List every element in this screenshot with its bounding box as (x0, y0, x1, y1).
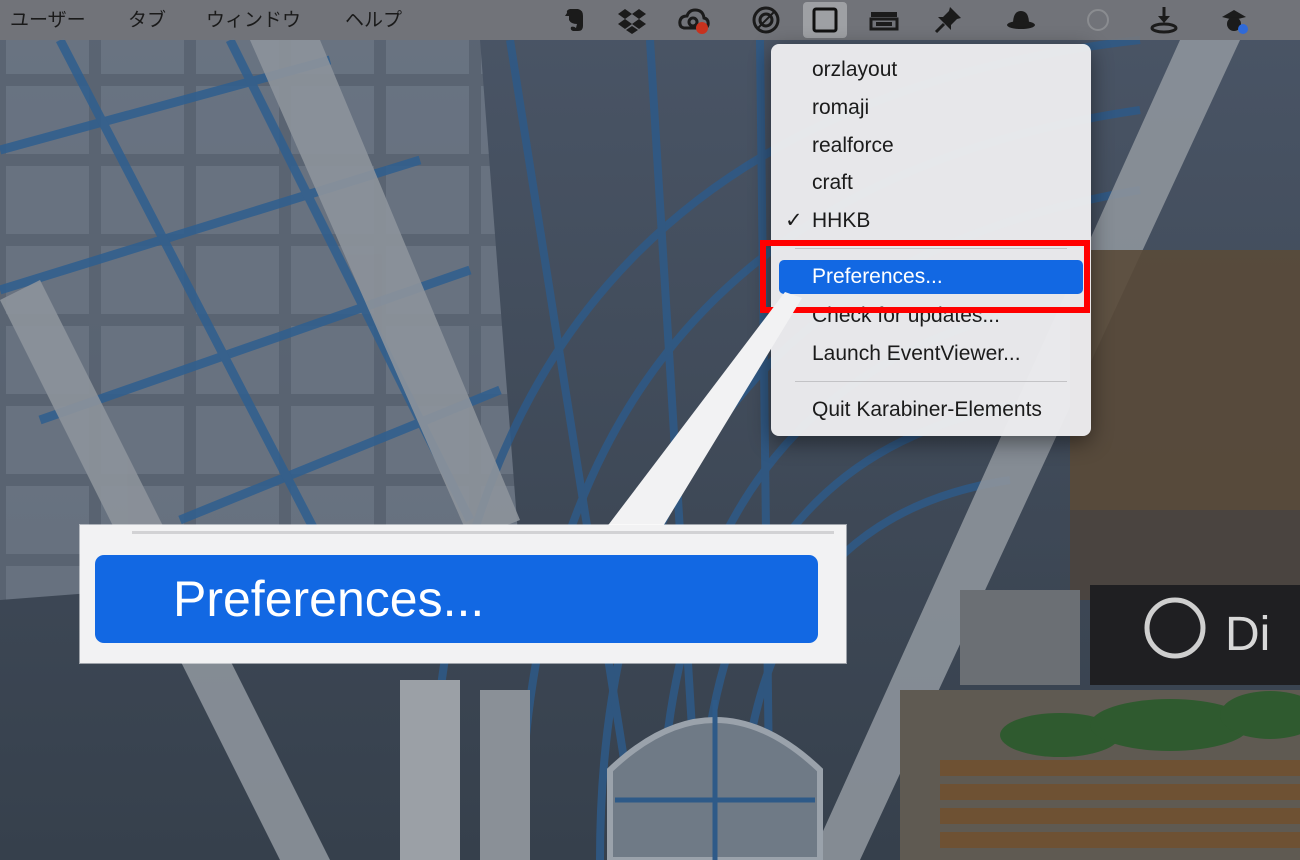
menu-item-hhkb[interactable]: ✓ HHKB (779, 204, 1083, 238)
target-icon[interactable] (750, 4, 782, 36)
hat-icon[interactable] (1005, 4, 1037, 36)
menu-item-quit[interactable]: Quit Karabiner-Elements (779, 393, 1083, 427)
menu-item-romaji[interactable]: romaji (779, 91, 1083, 125)
menu-user[interactable]: ユーザー (10, 0, 86, 40)
zoomed-preferences-item: Preferences... (95, 555, 818, 643)
menu-item-label: HHKB (812, 209, 871, 232)
checkmark-icon: ✓ (785, 209, 803, 232)
menu-window[interactable]: ウィンドウ (206, 0, 301, 40)
menu-tab[interactable]: タブ (128, 0, 166, 40)
menu-item-realforce[interactable]: realforce (779, 129, 1083, 163)
menu-bar: ユーザー タブ ウィンドウ ヘルプ (0, 0, 1300, 40)
menu-help[interactable]: ヘルプ (345, 0, 402, 40)
menu-item-orzlayout[interactable]: orzlayout (779, 53, 1083, 87)
window-manager-icon[interactable] (868, 4, 900, 36)
menu-item-label: craft (812, 171, 853, 194)
annotation-highlight-box (760, 240, 1090, 313)
menu-item-craft[interactable]: craft (779, 166, 1083, 200)
pin-icon[interactable] (932, 4, 964, 36)
menu-separator (795, 381, 1067, 382)
menu-item-launch-eventviewer[interactable]: Launch EventViewer... (779, 337, 1083, 371)
evernote-icon[interactable] (558, 4, 590, 36)
zoomed-preferences-label: Preferences... (173, 571, 485, 627)
karabiner-icon[interactable] (803, 2, 847, 38)
account-icon[interactable] (1218, 4, 1250, 36)
menu-item-label: realforce (812, 134, 894, 157)
menu-item-label: romaji (812, 96, 870, 119)
desktop-wallpaper: Di (0, 0, 1300, 860)
dropbox-icon[interactable] (616, 4, 648, 36)
zoom-separator (132, 531, 834, 534)
menu-item-label: Launch EventViewer... (812, 342, 1021, 365)
svg-text:Di: Di (1225, 608, 1270, 661)
zoom-callout: Preferences... (80, 525, 846, 663)
blank-icon[interactable] (1082, 4, 1114, 36)
download-tray-icon[interactable] (1148, 4, 1180, 36)
menu-item-label: Quit Karabiner-Elements (812, 398, 1042, 421)
creative-cloud-icon[interactable] (678, 4, 710, 36)
menu-item-label: orzlayout (812, 58, 898, 81)
